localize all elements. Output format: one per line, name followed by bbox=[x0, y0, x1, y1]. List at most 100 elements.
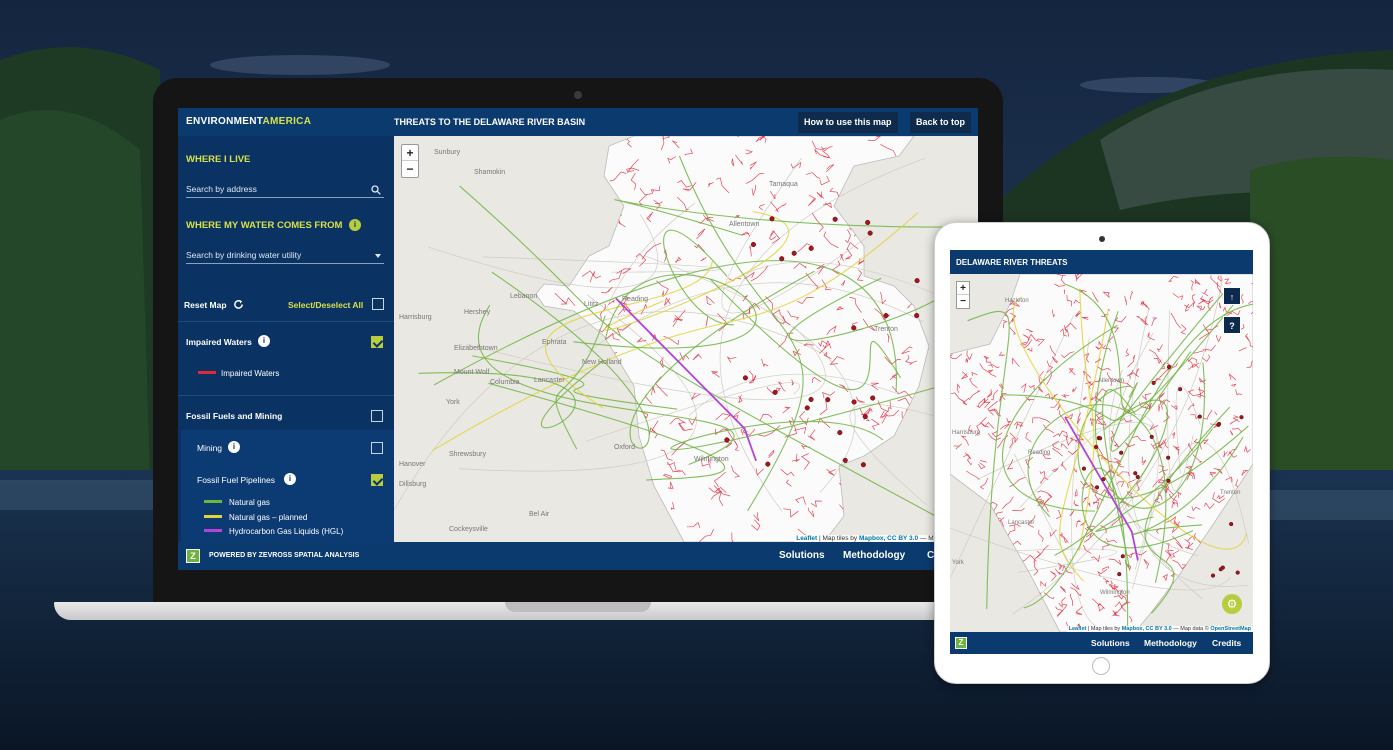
natural-gas-planned-label: Natural gas – planned bbox=[229, 513, 308, 522]
mining-checkbox[interactable] bbox=[371, 442, 383, 454]
city-label: Allentown bbox=[729, 221, 759, 228]
mapbox-link[interactable]: Mapbox, CC BY 3.0 bbox=[859, 535, 918, 542]
tablet-home-button[interactable] bbox=[1092, 657, 1110, 675]
zoom-in-button[interactable]: + bbox=[402, 145, 418, 161]
city-label: Tamaqua bbox=[769, 181, 798, 188]
address-placeholder: Search by address bbox=[186, 184, 257, 194]
search-icon[interactable] bbox=[371, 185, 381, 195]
utility-select[interactable]: Search by drinking water utility bbox=[186, 250, 384, 264]
info-icon[interactable]: i bbox=[228, 441, 240, 453]
impaired-stream bbox=[498, 265, 502, 278]
impaired-stream bbox=[578, 439, 594, 449]
select-all-link[interactable]: Select/Deselect All bbox=[288, 300, 363, 310]
impaired-stream bbox=[950, 499, 957, 508]
impaired-stream bbox=[914, 413, 923, 431]
site-marker bbox=[808, 396, 814, 403]
impaired-legend-swatch bbox=[198, 371, 216, 374]
fossil-fuels-checkbox[interactable] bbox=[371, 410, 383, 422]
impaired-stream bbox=[997, 536, 1003, 541]
natural-gas-label: Natural gas bbox=[229, 498, 270, 507]
impaired-stream bbox=[1172, 581, 1185, 588]
tablet-map-canvas[interactable]: Hazleton Allentown Reading Harrisburg Lancas… bbox=[950, 274, 1253, 632]
impaired-stream bbox=[565, 444, 574, 453]
site-marker bbox=[862, 414, 868, 420]
back-to-top-icon[interactable]: ↑ bbox=[1223, 287, 1241, 305]
settings-gear-icon[interactable]: ⚙ bbox=[1222, 594, 1242, 614]
address-search-input[interactable]: Search by address bbox=[186, 184, 384, 198]
footer-methodology-link[interactable]: Methodology bbox=[843, 550, 905, 561]
impaired-stream bbox=[1036, 607, 1043, 613]
site-marker bbox=[1239, 415, 1244, 420]
site-marker bbox=[842, 457, 848, 463]
chevron-down-icon[interactable] bbox=[375, 254, 381, 258]
impaired-stream bbox=[582, 219, 591, 228]
pipelines-checkbox[interactable] bbox=[371, 474, 383, 486]
impaired-stream bbox=[1011, 612, 1022, 627]
site-marker bbox=[772, 389, 778, 395]
info-icon[interactable]: i bbox=[284, 473, 296, 485]
zoom-out-button[interactable]: − bbox=[402, 161, 418, 177]
tablet-screen: DELAWARE RIVER THREATS Hazleton Allentown… bbox=[950, 250, 1253, 654]
site-marker bbox=[851, 325, 857, 331]
impaired-stream bbox=[543, 523, 555, 527]
impaired-stream bbox=[878, 223, 889, 235]
impaired-stream bbox=[955, 202, 957, 219]
impaired-stream bbox=[912, 395, 925, 409]
site-marker bbox=[1235, 570, 1240, 575]
impaired-stream bbox=[918, 440, 927, 457]
impaired-stream bbox=[474, 411, 482, 419]
impaired-stream bbox=[1018, 587, 1030, 595]
leaflet-link[interactable]: Leaflet bbox=[796, 535, 817, 542]
impaired-stream bbox=[406, 179, 409, 187]
info-icon[interactable]: i bbox=[258, 335, 270, 347]
site-marker bbox=[914, 312, 920, 319]
site-marker bbox=[1117, 572, 1122, 577]
impaired-stream bbox=[953, 327, 959, 340]
tablet-methodology-link[interactable]: Methodology bbox=[1144, 638, 1197, 648]
help-icon[interactable]: ? bbox=[1223, 316, 1241, 334]
site-marker bbox=[1135, 474, 1140, 480]
impaired-stream bbox=[458, 224, 464, 228]
zevross-logo-icon[interactable]: Z bbox=[186, 549, 200, 563]
impaired-stream bbox=[946, 158, 954, 166]
impaired-stream bbox=[459, 175, 466, 184]
site-marker bbox=[865, 219, 871, 226]
impaired-stream bbox=[1240, 614, 1244, 621]
powered-by-text[interactable]: POWERED BY ZEVROSS SPATIAL ANALYSIS bbox=[209, 552, 359, 559]
site-marker bbox=[914, 278, 920, 284]
footer-solutions-link[interactable]: Solutions bbox=[779, 550, 825, 561]
impaired-stream bbox=[494, 418, 502, 425]
impaired-stream bbox=[547, 430, 555, 438]
impaired-stream bbox=[394, 249, 397, 262]
how-to-use-button[interactable]: How to use this map bbox=[798, 112, 898, 133]
laptop-camera bbox=[574, 91, 582, 99]
reset-map-button[interactable]: Reset Map bbox=[184, 300, 227, 310]
natural-gas-swatch bbox=[204, 500, 222, 503]
tablet-credits-link[interactable]: Credits bbox=[1212, 638, 1241, 648]
back-to-top-button[interactable]: Back to top bbox=[910, 112, 972, 133]
tablet-zoom-out-button[interactable]: − bbox=[957, 295, 969, 308]
map-canvas[interactable]: Sunbury Shamokin Harrisburg Lebanon Lancaste… bbox=[394, 136, 978, 542]
impaired-stream bbox=[954, 146, 962, 154]
refresh-icon[interactable] bbox=[233, 299, 244, 310]
impaired-stream bbox=[1207, 598, 1214, 611]
site-marker bbox=[769, 216, 775, 222]
select-all-checkbox[interactable] bbox=[372, 298, 384, 310]
impaired-stream bbox=[545, 145, 549, 154]
zevross-logo-icon[interactable]: Z bbox=[955, 637, 967, 649]
impaired-waters-checkbox[interactable] bbox=[371, 336, 383, 348]
impaired-stream bbox=[916, 466, 923, 474]
city-label: Oxford bbox=[614, 444, 635, 451]
tablet-zoom-in-button[interactable]: + bbox=[957, 282, 969, 295]
impaired-stream bbox=[1209, 616, 1221, 623]
impaired-stream bbox=[599, 440, 614, 452]
tablet-solutions-link[interactable]: Solutions bbox=[1091, 638, 1130, 648]
impaired-stream bbox=[539, 477, 545, 485]
info-icon[interactable]: i bbox=[349, 219, 361, 231]
site-marker bbox=[791, 250, 797, 256]
site-marker bbox=[779, 256, 785, 262]
brand-logo[interactable]: ENVIRONMENTAMERICA bbox=[186, 116, 311, 127]
impaired-stream bbox=[1000, 549, 1014, 560]
impaired-stream bbox=[1247, 532, 1253, 544]
impaired-stream bbox=[477, 226, 484, 234]
